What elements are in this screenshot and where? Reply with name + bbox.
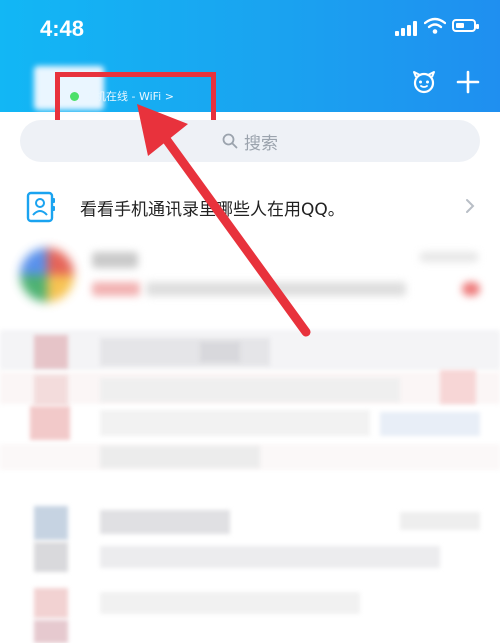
chat-time-blurred xyxy=(420,252,478,262)
search-icon xyxy=(222,133,238,149)
contacts-prompt-row[interactable]: 看看手机通讯录里哪些人在用QQ。 xyxy=(0,178,500,234)
battery-icon xyxy=(452,19,479,32)
search-bar[interactable]: 搜索 xyxy=(20,120,480,162)
wifi-icon xyxy=(424,17,446,34)
chevron-right-icon xyxy=(466,199,475,213)
chat-list-item[interactable] xyxy=(0,240,500,316)
chat-name-blurred xyxy=(92,252,138,268)
signal-icon xyxy=(395,20,419,36)
chat-unread-badge xyxy=(462,282,480,296)
plus-icon[interactable] xyxy=(456,70,480,94)
status-time: 4:48 xyxy=(40,16,85,41)
assistant-face-icon[interactable] xyxy=(412,70,436,94)
blurred-chat-list xyxy=(0,320,500,643)
chat-avatar xyxy=(20,248,74,302)
contacts-prompt-text: 看看手机通讯录里哪些人在用QQ。 xyxy=(80,200,345,220)
chat-preview-blurred xyxy=(146,282,406,296)
search-label: 搜索 xyxy=(244,133,278,154)
highlight-box xyxy=(55,72,216,125)
contacts-book-icon xyxy=(26,191,55,223)
chat-tag-blurred xyxy=(92,282,140,296)
status-bar: 4:48 xyxy=(0,0,500,60)
